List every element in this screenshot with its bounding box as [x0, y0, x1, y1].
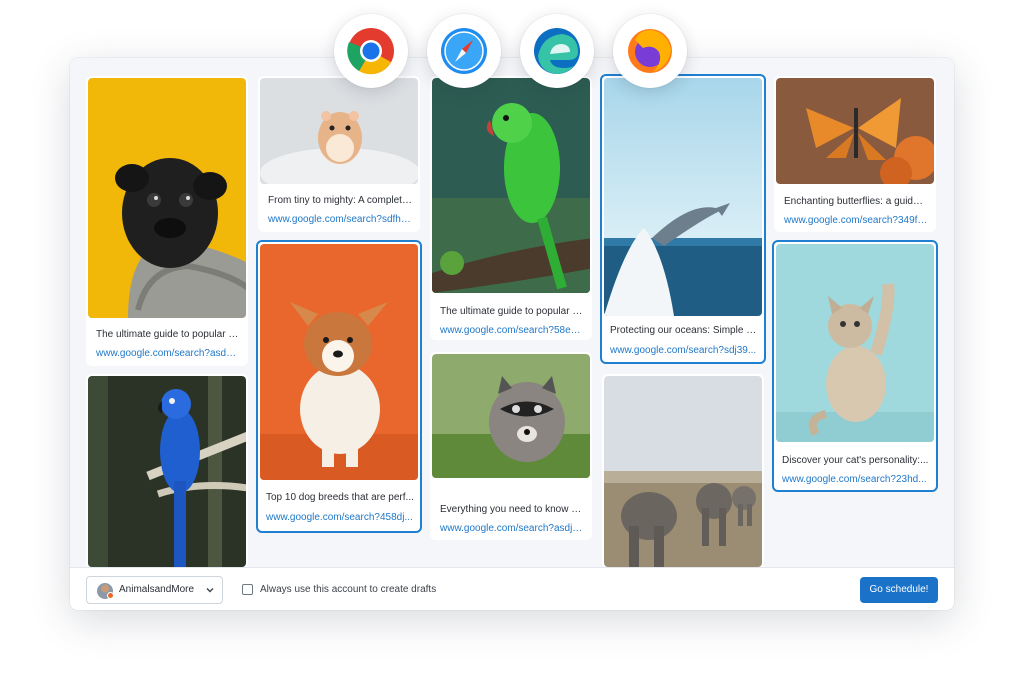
firefox-icon	[628, 29, 672, 73]
pin-card-butterfly[interactable]: Enchanting butterflies: a guide t... www…	[774, 76, 936, 232]
kitten-photo	[776, 244, 934, 442]
always-use-account-checkbox[interactable]	[242, 584, 253, 595]
butterfly-photo	[776, 78, 934, 184]
dolphin-photo	[604, 78, 762, 316]
pin-link[interactable]: www.google.com/search?sdj39...	[610, 345, 758, 356]
go-schedule-button[interactable]: Go schedule!	[860, 577, 938, 603]
pin-title: The ultimate guide to popular do...	[96, 329, 240, 340]
chrome-icon	[347, 28, 394, 75]
pug-photo	[88, 78, 246, 318]
pin-title: Protecting our oceans: Simple w...	[610, 325, 758, 336]
safari-badge	[427, 14, 501, 88]
pin-card-blue-parrot[interactable]	[86, 374, 248, 569]
safari-icon	[441, 28, 487, 74]
pin-link[interactable]: www.google.com/search?58ede...	[440, 325, 584, 336]
footer-bar: AnimalsandMore Always use this account t…	[70, 567, 954, 610]
chrome-badge	[334, 14, 408, 88]
pin-title: Discover your cat's personality:...	[782, 455, 929, 466]
checkbox-label: Always use this account to create drafts	[260, 584, 437, 595]
pin-link[interactable]: www.google.com/search?349fjs...	[784, 215, 928, 226]
pin-card-green-parrot[interactable]: The ultimate guide to popular do... www.…	[430, 76, 592, 340]
pin-title: Top 10 dog breeds that are perf...	[266, 492, 414, 503]
edge-badge	[520, 14, 594, 88]
pin-title: Everything you need to know ab...	[440, 504, 584, 515]
app-window: The ultimate guide to popular do... www.…	[70, 58, 954, 610]
pin-card-raccoon[interactable]: Everything you need to know ab... www.go…	[430, 352, 592, 540]
pin-card-dolphin[interactable]: Protecting our oceans: Simple w... www.g…	[600, 74, 766, 364]
pin-card-pug[interactable]: The ultimate guide to popular do... www.…	[86, 76, 248, 366]
pin-link[interactable]: www.google.com/search?23hd...	[782, 474, 930, 485]
raccoon-photo	[432, 354, 590, 478]
account-name: AnimalsandMore	[119, 584, 195, 595]
blue-parrot-photo	[88, 376, 246, 567]
corgi-puppy-photo	[260, 244, 418, 480]
firefox-badge	[613, 14, 687, 88]
pin-card-elephants[interactable]	[602, 374, 764, 569]
pin-card-corgi[interactable]: Top 10 dog breeds that are perf... www.g…	[256, 240, 422, 533]
chevron-down-icon	[206, 588, 214, 593]
edge-icon	[534, 28, 580, 74]
pin-title: The ultimate guide to popular do...	[440, 306, 584, 317]
pin-title: Enchanting butterflies: a guide t...	[784, 196, 928, 207]
pin-link[interactable]: www.google.com/search?458dj...	[266, 512, 414, 523]
pin-link[interactable]: www.google.com/search?asdj2...	[440, 523, 584, 534]
elephants-photo	[604, 376, 762, 567]
pin-grid: The ultimate guide to popular do... www.…	[70, 58, 954, 569]
pin-title: From tiny to mighty: A complete...	[268, 195, 412, 206]
pin-link[interactable]: www.google.com/search?asds4...	[96, 348, 240, 359]
pin-link[interactable]: www.google.com/search?sdfh9...	[268, 214, 412, 225]
pin-card-hamster[interactable]: From tiny to mighty: A complete... www.g…	[258, 76, 420, 232]
hamster-photo	[260, 78, 418, 184]
account-selector[interactable]: AnimalsandMore	[86, 576, 223, 604]
green-parrot-photo	[432, 78, 590, 293]
account-badge-icon	[107, 592, 114, 599]
pin-card-kitten[interactable]: Discover your cat's personality:... www.…	[772, 240, 938, 492]
